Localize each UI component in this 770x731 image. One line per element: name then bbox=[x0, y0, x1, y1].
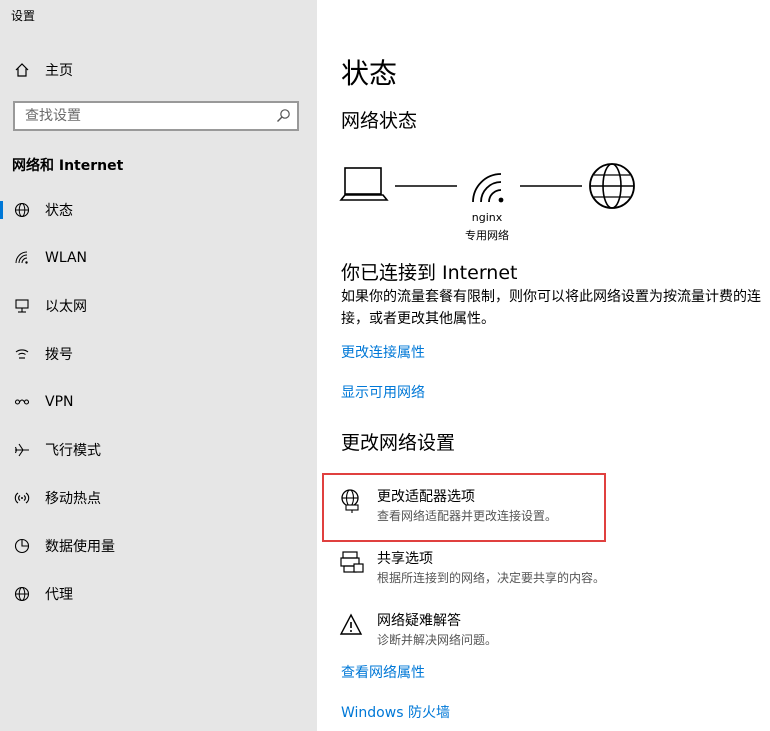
connected-heading: 你已连接到 Internet bbox=[341, 262, 518, 284]
main-content: 状态 网络状态 nginx 专用网络 你已连接到 Internet 如果你的流量… bbox=[317, 0, 770, 731]
change-settings-heading: 更改网络设置 bbox=[341, 432, 456, 454]
ethernet-icon bbox=[13, 297, 31, 315]
sidebar-item-label: 代理 bbox=[45, 587, 73, 603]
sidebar-item-label: VPN bbox=[45, 394, 74, 410]
search-input[interactable] bbox=[25, 108, 265, 124]
sidebar-item-home[interactable]: 主页 bbox=[0, 50, 317, 90]
network-type: 专用网络 bbox=[465, 229, 509, 242]
option-sharing[interactable]: 共享选项 根据所连接到的网络，决定要共享的内容。 bbox=[339, 548, 759, 600]
airplane-icon bbox=[13, 441, 31, 459]
sidebar-item-label: 主页 bbox=[45, 63, 73, 79]
sidebar-item-status[interactable]: 状态 bbox=[0, 190, 317, 230]
globe-icon bbox=[589, 163, 635, 209]
view-network-properties-link[interactable]: 查看网络属性 bbox=[341, 662, 425, 682]
app-title: 设置 bbox=[11, 9, 36, 23]
option-title: 网络疑难解答 bbox=[377, 613, 461, 629]
option-description: 诊断并解决网络问题。 bbox=[377, 633, 498, 647]
sidebar-item-label: 飞行模式 bbox=[45, 443, 101, 459]
option-description: 根据所连接到的网络，决定要共享的内容。 bbox=[377, 571, 606, 585]
sidebar-item-label: WLAN bbox=[45, 250, 88, 266]
sidebar-item-label: 数据使用量 bbox=[45, 539, 115, 555]
hotspot-icon bbox=[13, 489, 31, 507]
show-available-networks-link[interactable]: 显示可用网络 bbox=[341, 382, 425, 402]
sidebar-item-ethernet[interactable]: 以太网 bbox=[0, 286, 317, 326]
sidebar-item-label: 状态 bbox=[45, 203, 73, 219]
laptop-icon bbox=[339, 167, 389, 201]
sidebar-item-vpn[interactable]: VPN bbox=[0, 382, 317, 422]
wifi-icon bbox=[472, 173, 504, 203]
search-icon[interactable] bbox=[275, 108, 291, 128]
option-troubleshoot[interactable]: 网络疑难解答 诊断并解决网络问题。 bbox=[339, 610, 759, 662]
data-usage-icon bbox=[13, 537, 31, 555]
option-title: 共享选项 bbox=[377, 551, 433, 567]
globe-icon bbox=[13, 585, 31, 603]
vpn-icon bbox=[13, 393, 31, 411]
page-title: 状态 bbox=[341, 57, 398, 90]
sidebar-item-wlan[interactable]: WLAN bbox=[0, 238, 317, 278]
globe-icon bbox=[13, 201, 31, 219]
network-name: nginx bbox=[471, 211, 503, 224]
sharing-icon bbox=[339, 550, 365, 576]
highlight-box bbox=[322, 473, 606, 542]
sidebar: 设置 主页 网络和 Internet 状态 WLAN 以太网 bbox=[0, 0, 317, 731]
home-icon bbox=[13, 61, 31, 79]
search-box[interactable] bbox=[13, 101, 299, 131]
connected-description: 如果你的流量套餐有限制，则你可以将此网络设置为按流量计费的连接，或者更改其他属性… bbox=[341, 289, 761, 327]
sidebar-item-dialup[interactable]: 拨号 bbox=[0, 334, 317, 374]
sidebar-item-hotspot[interactable]: 移动热点 bbox=[0, 478, 317, 518]
windows-firewall-link[interactable]: Windows 防火墙 bbox=[341, 702, 450, 722]
sidebar-item-label: 拨号 bbox=[45, 347, 73, 363]
network-diagram: nginx 专用网络 bbox=[339, 160, 649, 250]
section-title: 网络和 Internet bbox=[12, 158, 124, 174]
warning-icon bbox=[339, 612, 365, 638]
sidebar-item-label: 以太网 bbox=[45, 299, 87, 315]
change-connection-properties-link[interactable]: 更改连接属性 bbox=[341, 342, 425, 362]
dialup-icon bbox=[13, 345, 31, 363]
sidebar-item-label: 移动热点 bbox=[45, 491, 101, 507]
sidebar-item-proxy[interactable]: 代理 bbox=[0, 574, 317, 614]
sidebar-item-data-usage[interactable]: 数据使用量 bbox=[0, 526, 317, 566]
network-status-heading: 网络状态 bbox=[341, 110, 418, 132]
sidebar-item-airplane[interactable]: 飞行模式 bbox=[0, 430, 317, 470]
wifi-icon bbox=[13, 249, 31, 267]
